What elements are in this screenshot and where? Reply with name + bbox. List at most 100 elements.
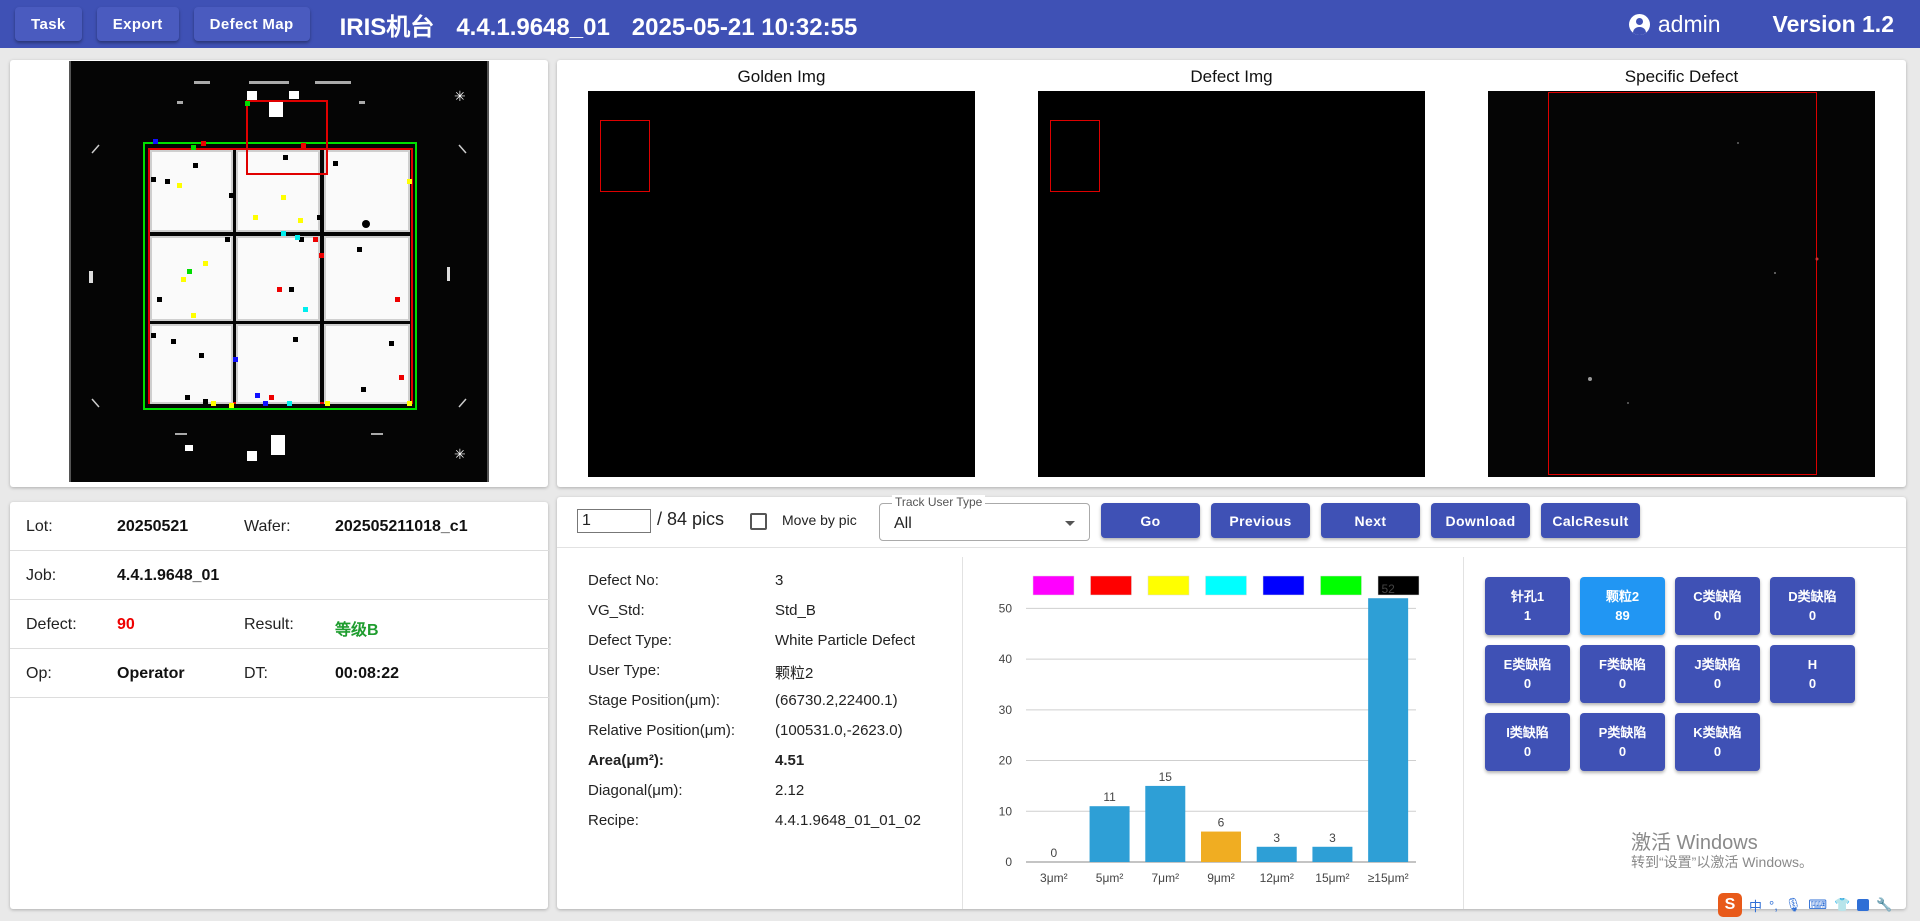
golden-image[interactable] — [588, 91, 975, 477]
previous-button[interactable]: Previous — [1211, 503, 1310, 538]
grid-icon[interactable] — [1857, 899, 1870, 911]
legend-swatch — [1205, 575, 1247, 596]
category-name: J类缺陷 — [1694, 657, 1741, 672]
bar — [1145, 785, 1186, 862]
defect-category-button[interactable]: 针孔1 1 — [1485, 577, 1570, 635]
category-count: 0 — [1523, 676, 1532, 691]
bar — [1312, 846, 1353, 862]
bar-value-label: 3 — [1329, 831, 1336, 845]
ime-logo-icon: S — [1718, 893, 1742, 917]
user-menu[interactable]: admin — [1628, 11, 1721, 38]
category-name: 颗粒2 — [1605, 589, 1640, 604]
download-button[interactable]: Download — [1431, 503, 1530, 538]
y-tick-label: 0 — [1005, 855, 1012, 869]
defect-category-button[interactable]: K类缺陷 0 — [1675, 713, 1760, 771]
specific-defect-title: Specific Defect — [1624, 67, 1739, 86]
detail-label: Area(μm²): — [588, 752, 664, 769]
wafer-map[interactable]: ✳ ✳ — [67, 61, 491, 482]
defect-category-button[interactable]: 颗粒2 89 — [1580, 577, 1665, 635]
legend-swatch — [1147, 575, 1190, 596]
defect-category-button[interactable]: F类缺陷 0 — [1580, 645, 1665, 703]
specific-defect-image[interactable] — [1488, 91, 1875, 477]
defect-category-button[interactable]: H0 — [1770, 645, 1855, 703]
microphone-icon[interactable]: 🎙 — [1785, 897, 1802, 913]
job-label: Job: — [26, 567, 57, 584]
category-count: 0 — [1808, 608, 1817, 623]
go-button[interactable]: Go — [1101, 503, 1200, 538]
detail-label: Diagonal(μm): — [588, 782, 683, 799]
y-tick-label: 40 — [999, 652, 1013, 666]
x-tick-label: 12μm² — [1260, 871, 1294, 885]
ime-mode[interactable]: 中 — [1749, 896, 1762, 915]
category-name: P类缺陷 — [1598, 725, 1647, 740]
category-count: 0 — [1713, 608, 1722, 623]
calc-result-button[interactable]: CalcResult — [1541, 503, 1640, 538]
detail-label: Recipe: — [588, 812, 639, 829]
y-tick-label: 10 — [999, 804, 1013, 818]
legend-swatch — [1320, 575, 1362, 596]
defect-roi-box — [1050, 120, 1100, 192]
defect-category-button[interactable]: D类缺陷 0 — [1770, 577, 1855, 635]
defect-category-button[interactable]: J类缺陷 0 — [1675, 645, 1760, 703]
result-grade: 等级B — [335, 622, 379, 639]
defect-image[interactable] — [1038, 91, 1425, 477]
category-name: F类缺陷 — [1599, 657, 1646, 672]
lot-label: Lot: — [26, 518, 53, 535]
pic-number-input[interactable]: 1 — [577, 509, 651, 533]
activation-watermark-text: 转到“设置”以激活 Windows。 — [1631, 854, 1814, 870]
detail-value: 3 — [775, 572, 784, 589]
defect-category-button[interactable]: P类缺陷 0 — [1580, 713, 1665, 771]
account-circle-icon — [1628, 13, 1650, 35]
category-count: 0 — [1618, 744, 1627, 759]
golden-roi-box — [600, 120, 650, 192]
specific-noise — [1588, 142, 1819, 404]
category-count: 0 — [1618, 676, 1627, 691]
pics-total: / 84 pics — [657, 509, 725, 529]
activation-watermark-title: 激活 Windows — [1631, 832, 1758, 854]
x-tick-label: 7μm² — [1151, 871, 1179, 885]
y-tick-label: 50 — [999, 601, 1013, 615]
category-count: 0 — [1523, 744, 1532, 759]
category-name: I类缺陷 — [1506, 725, 1549, 740]
info-row-job: Job: 4.4.1.9648_01 — [10, 551, 549, 600]
dt-label: DT: — [244, 665, 268, 682]
defect-category-button[interactable]: E类缺陷 0 — [1485, 645, 1570, 703]
lot-value: 20250521 — [117, 518, 189, 535]
bar-value-label: 0 — [1051, 846, 1058, 860]
bar-value-label: 11 — [1103, 790, 1116, 804]
next-button[interactable]: Next — [1321, 503, 1420, 538]
detail-value: 4.51 — [775, 752, 805, 769]
legend-swatch — [1262, 575, 1305, 596]
keyboard-icon[interactable]: ⌨ — [1808, 897, 1827, 913]
y-tick-label: 30 — [999, 703, 1013, 717]
bar-value-label: 52 — [1381, 582, 1395, 596]
detail-value: (66730.2,22400.1) — [775, 692, 898, 709]
skin-icon[interactable]: 👕 — [1834, 897, 1850, 913]
detail-label: VG_Std: — [588, 602, 645, 619]
title-job: 4.4.1.9648_01 — [456, 13, 610, 41]
move-by-pic-checkbox[interactable] — [750, 513, 767, 530]
task-button[interactable]: Task — [15, 7, 82, 41]
detail-value: White Particle Defect — [775, 632, 916, 649]
wafer-value: 202505211018_c1 — [335, 518, 468, 535]
tools-icon[interactable]: 🔧 — [1876, 897, 1892, 913]
category-name: 针孔1 — [1510, 589, 1545, 604]
punctuation-icon[interactable]: °, — [1769, 898, 1778, 913]
export-button[interactable]: Export — [96, 7, 179, 41]
detail-value: (100531.0,-2623.0) — [775, 722, 903, 739]
title-datetime: 2025-05-21 10:32:55 — [631, 13, 858, 41]
dropdown-arrow-icon — [1065, 521, 1075, 526]
category-name: E类缺陷 — [1503, 657, 1552, 672]
defect-category-button[interactable]: C类缺陷 0 — [1675, 577, 1760, 635]
x-tick-label: 3μm² — [1040, 871, 1068, 885]
detail-value: 4.4.1.9648_01_01_02 — [775, 812, 921, 829]
defect-area-chart: 0 10 20 30 40 50 0 3μm² 11 5μm² 15 7μm² 6 9μm² 3 12μm² 3… — [966, 568, 1426, 898]
wafer-label: Wafer: — [244, 518, 291, 535]
ime-toolbar[interactable]: S 中 °, 🎙 ⌨ 👕 🔧 — [1718, 893, 1892, 917]
info-row-op: Op: Operator DT: 00:08:22 — [10, 649, 549, 698]
version-label: Version 1.2 — [1772, 10, 1894, 37]
legend-swatch — [1090, 575, 1132, 596]
defect-map-button[interactable]: Defect Map — [193, 7, 310, 41]
detail-label: Relative Position(μm): — [588, 722, 736, 739]
defect-category-button[interactable]: I类缺陷 0 — [1485, 713, 1570, 771]
